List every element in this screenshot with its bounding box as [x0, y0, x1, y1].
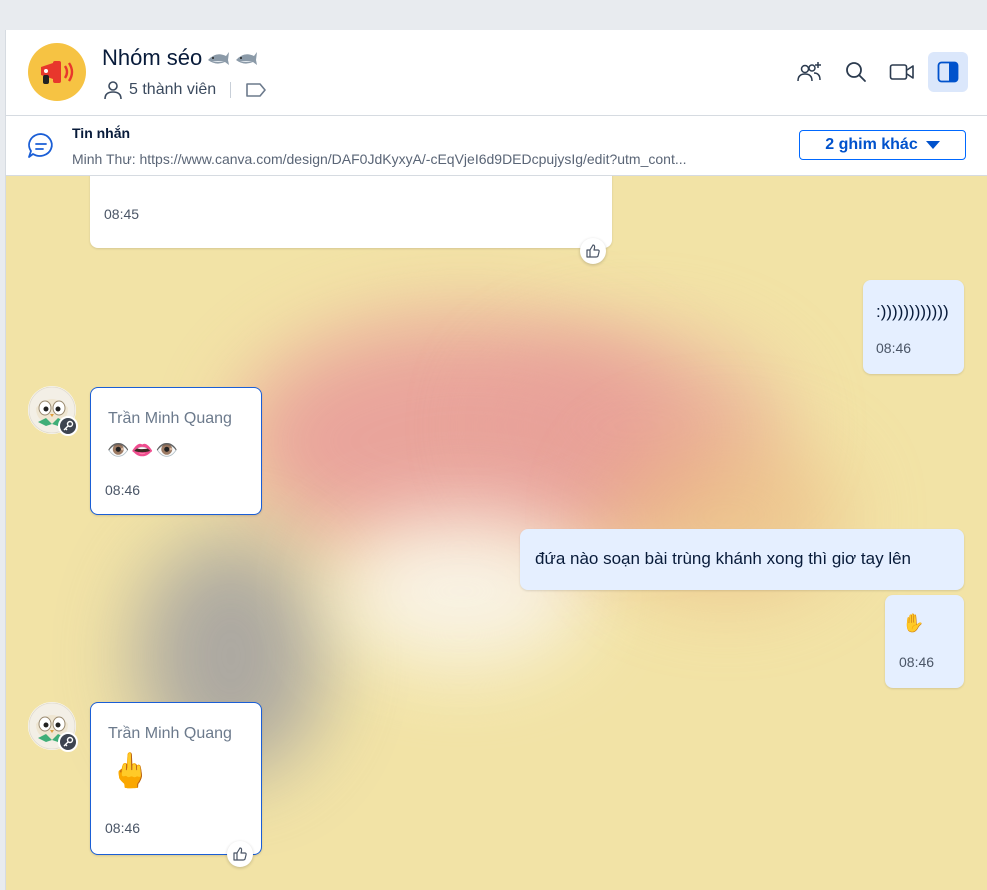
- sender-avatar[interactable]: [28, 386, 78, 436]
- emoji-message: 🖕: [109, 752, 152, 790]
- video-call-button[interactable]: [882, 52, 922, 92]
- emoji-message: 👁️👄👁️: [107, 440, 181, 460]
- divider: [230, 82, 232, 98]
- thumbs-up-icon: [233, 847, 247, 861]
- shark-emoji-icon: [236, 52, 258, 65]
- video-call-icon: [889, 64, 914, 80]
- caret-down-icon: [925, 141, 940, 149]
- my-message-bubble[interactable]: đứa nào soạn bài trùng khánh xong thì gi…: [520, 529, 964, 590]
- window-top-strip: [0, 0, 987, 30]
- my-message-bubble[interactable]: ✋ 08:46: [885, 595, 964, 688]
- chat-window: Nhóm séo 5 thành viên Tin nhắn Minh Thư:…: [5, 30, 987, 890]
- header-actions: [790, 52, 968, 92]
- reaction-button[interactable]: [227, 841, 253, 867]
- conversation-header: Nhóm séo 5 thành viên: [6, 30, 987, 116]
- message-bubble[interactable]: Trần Minh Quang 🖕 08:46: [90, 702, 262, 855]
- group-avatar[interactable]: [28, 43, 86, 101]
- group-title[interactable]: Nhóm séo: [102, 45, 258, 71]
- key-icon: [63, 420, 74, 431]
- user-icon: [104, 81, 122, 100]
- admin-key-badge: [58, 732, 78, 752]
- shark-emoji-icon: [208, 52, 230, 65]
- sender-avatar[interactable]: [28, 702, 78, 752]
- pinned-message-bar[interactable]: Tin nhắn Minh Thư: https://www.canva.com…: [6, 116, 987, 176]
- pinned-text[interactable]: Minh Thư: https://www.canva.com/design/D…: [72, 151, 772, 167]
- search-icon: [846, 62, 866, 82]
- sidebar-toggle-icon: [937, 61, 959, 83]
- member-count[interactable]: 5 thành viên: [103, 80, 267, 100]
- reaction-button[interactable]: [580, 238, 606, 264]
- more-pins-button[interactable]: 2 ghim khác: [799, 130, 966, 160]
- megaphone-icon: [41, 61, 74, 84]
- emoji-message: ✋: [902, 613, 925, 633]
- search-button[interactable]: [836, 52, 876, 92]
- my-message-bubble[interactable]: :)))))))))))) 08:46: [863, 280, 964, 374]
- key-icon: [63, 736, 74, 747]
- pinned-title: Tin nhắn: [72, 125, 131, 141]
- message-bubble-icon: [28, 133, 53, 158]
- tag-icon[interactable]: [245, 82, 267, 98]
- thumbs-up-icon: [586, 244, 600, 258]
- admin-key-badge: [58, 416, 78, 436]
- message-bubble[interactable]: Trần Minh Quang 👁️👄👁️ 08:46: [90, 387, 262, 515]
- add-member-button[interactable]: [790, 52, 830, 92]
- sidebar-toggle-button[interactable]: [928, 52, 968, 92]
- message-bubble[interactable]: 08:45: [90, 176, 612, 248]
- message-list[interactable]: 08:45 :)))))))))))) 08:46 Trần Minh Quan…: [6, 176, 987, 890]
- add-member-icon: [797, 62, 821, 82]
